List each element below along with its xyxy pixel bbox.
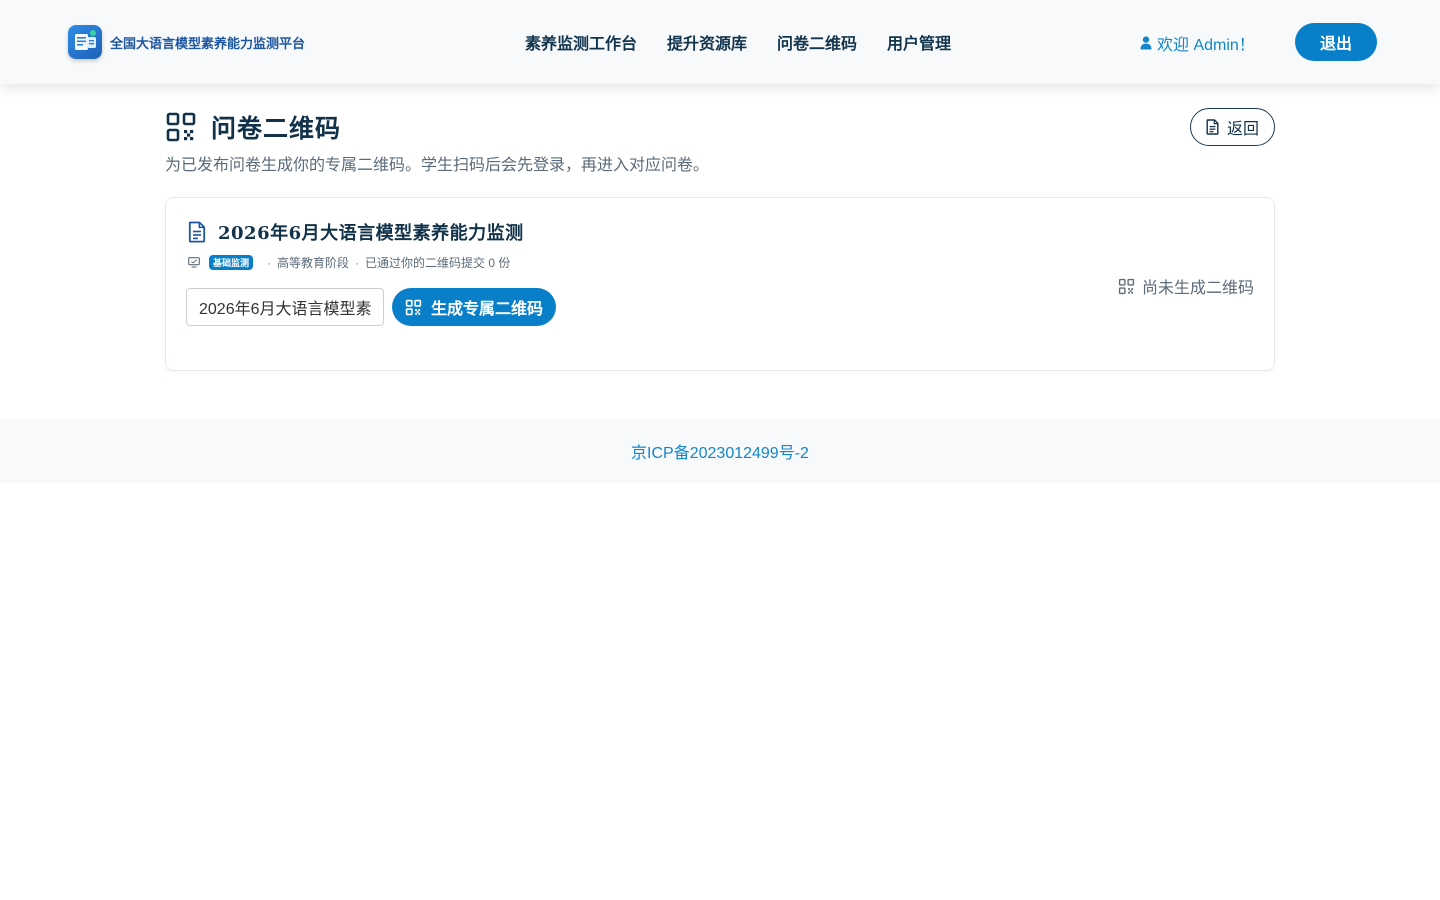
- page-heading: 问卷二维码: [165, 109, 341, 145]
- survey-card: 2026年6月大语言模型素养能力监测 基础监测 · 高等教育阶段 · 已通过你的…: [165, 197, 1275, 371]
- survey-title-row: 2026年6月大语言模型素养能力监测: [188, 219, 524, 245]
- page-subtitle: 为已发布问卷生成你的专属二维码。学生扫码后会先登录，再进入对应问卷。: [165, 157, 710, 174]
- qrcode-status-text: 尚未生成二维码: [1141, 280, 1254, 297]
- generate-qrcode-button[interactable]: 生成专属二维码: [392, 288, 557, 326]
- qrcode-icon: [405, 299, 422, 315]
- nav-item-resources[interactable]: 提升资源库: [667, 30, 747, 54]
- qrcode-name-input[interactable]: [186, 288, 384, 326]
- document-icon: [1206, 119, 1219, 135]
- qrcode-action-row: 生成专属二维码: [186, 288, 557, 326]
- monitor-icon: [188, 257, 200, 268]
- qrcode-status: 尚未生成二维码: [1118, 274, 1254, 298]
- survey-type-badge: 基础监测: [209, 255, 254, 270]
- survey-title: 2026年6月大语言模型素养能力监测: [218, 223, 524, 244]
- survey-meta: 基础监测 · 高等教育阶段 · 已通过你的二维码提交 0 份: [188, 254, 510, 271]
- welcome-user: 欢迎 Admin！: [1140, 31, 1255, 55]
- logout-button[interactable]: 退出: [1295, 23, 1377, 61]
- survey-submission-count: 已通过你的二维码提交 0 份: [365, 256, 511, 270]
- meta-separator: ·: [267, 255, 272, 270]
- brand[interactable]: 全国大语言模型素养能力监测平台: [68, 25, 305, 59]
- nav-item-survey-qrcode[interactable]: 问卷二维码: [777, 30, 857, 54]
- page-title: 问卷二维码: [211, 114, 342, 143]
- qrcode-icon: [1118, 278, 1135, 294]
- top-navbar: 全国大语言模型素养能力监测平台 素养监测工作台 提升资源库 问卷二维码 用户管理…: [0, 0, 1440, 84]
- nav-item-user-management[interactable]: 用户管理: [887, 30, 951, 54]
- back-button-label: 返回: [1226, 121, 1259, 138]
- qrcode-icon: [166, 112, 196, 142]
- generate-qrcode-label: 生成专属二维码: [431, 301, 544, 318]
- icp-record-link[interactable]: 京ICP备2023012499号-2: [631, 439, 809, 463]
- brand-title: 全国大语言模型素养能力监测平台: [110, 35, 306, 51]
- survey-stage: 高等教育阶段: [277, 256, 350, 270]
- platform-logo-icon: [68, 25, 102, 59]
- main-nav: 素养监测工作台 提升资源库 问卷二维码 用户管理: [525, 30, 981, 54]
- meta-separator: ·: [355, 255, 360, 270]
- back-button[interactable]: 返回: [1190, 108, 1275, 146]
- nav-item-workbench[interactable]: 素养监测工作台: [525, 30, 637, 54]
- footer: 京ICP备2023012499号-2: [0, 419, 1440, 483]
- survey-document-icon: [188, 221, 206, 243]
- user-icon: [1140, 36, 1152, 50]
- welcome-text: 欢迎 Admin！: [1157, 37, 1255, 54]
